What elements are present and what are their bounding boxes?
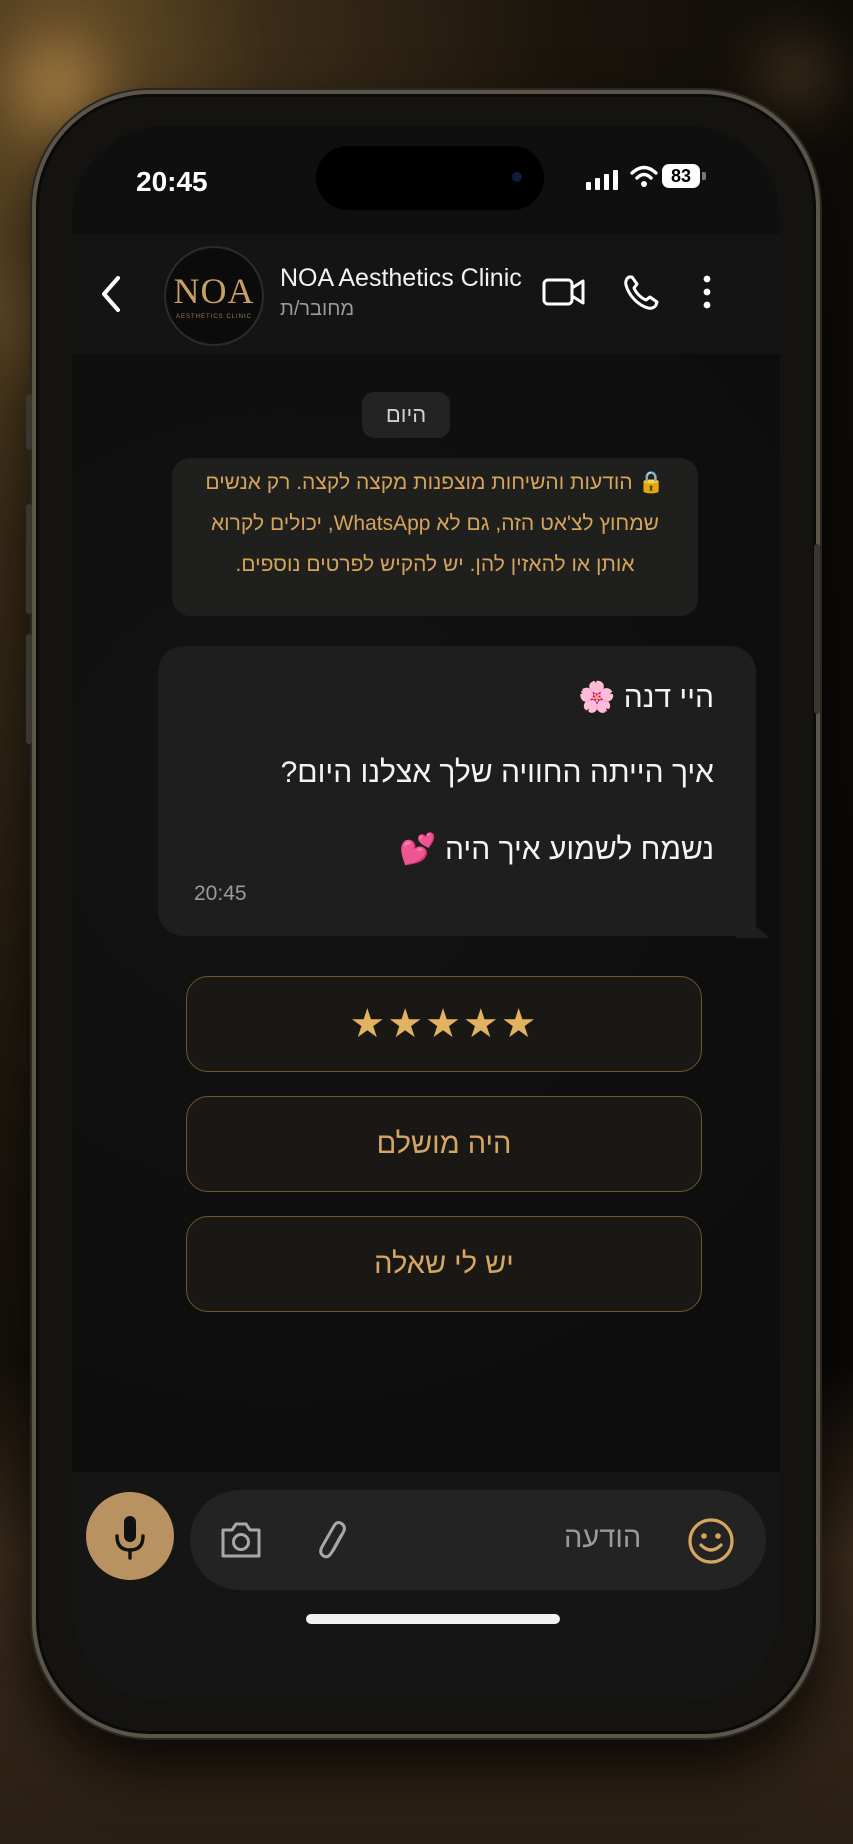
message-time: 20:45 [194,882,247,905]
phone-call-icon[interactable] [620,266,660,318]
camera-dot [512,172,522,182]
video-call-icon[interactable] [542,266,586,318]
emoji-icon[interactable] [686,1516,736,1566]
avatar-logo: NOA [173,271,255,311]
star-rating-icon: ★★★★★ [349,1002,539,1046]
volume-up-button [26,504,32,614]
input-bar: הודעה [72,1472,780,1702]
contact-name[interactable]: NOA Aesthetics Clinic [280,264,522,293]
wifi-icon [630,165,658,187]
message-placeholder: הודעה [564,1522,642,1554]
chat-area[interactable]: היום 🔒 הודעות והשיחות מוצפנות מקצה לקצה.… [72,354,780,1472]
back-arrow-icon[interactable] [96,268,124,320]
quick-reply-rating[interactable]: ★★★★★ [186,976,702,1072]
date-chip: היום [362,392,450,438]
quick-reply-question[interactable]: יש לי שאלה [186,1216,702,1312]
camera-icon[interactable] [218,1518,264,1562]
message-bubble[interactable]: היי דנה 🌸 איך הייתה החוויה שלך אצלנו היו… [158,646,756,936]
battery-nub [702,172,706,180]
voice-record-button[interactable] [86,1492,174,1580]
dynamic-island [316,146,544,210]
more-options-icon[interactable] [700,266,714,318]
bokeh-light [760,40,830,110]
message-bubble-tail [736,910,770,938]
status-time: 20:45 [136,166,208,197]
cellular-signal-icon [586,170,618,190]
encryption-notice[interactable]: 🔒 הודעות והשיחות מוצפנות מקצה לקצה. רק א… [172,458,698,616]
contact-status: מחובר/ת [280,298,355,320]
side-button [26,394,32,450]
microphone-icon [115,1516,145,1560]
message-line: איך הייתה החוויה שלך אצלנו היום? [280,756,714,789]
status-bar: 20:45 83 [72,126,780,236]
message-line: היי דנה 🌸 [578,681,714,714]
attach-paperclip-icon[interactable] [314,1516,354,1564]
avatar[interactable]: NOA AESTHETICS CLINIC [164,246,264,346]
message-input[interactable]: הודעה [190,1490,766,1590]
message-line: נשמח לשמוע איך היה 💕 [399,833,714,866]
phone-screen: 20:45 83 NOA AESTHETICS CLINIC NOA Aesth… [72,126,780,1702]
phone-frame: 20:45 83 NOA AESTHETICS CLINIC NOA Aesth… [26,90,820,1738]
battery-icon: 83 [662,164,700,188]
power-button [814,544,820,714]
volume-down-button [26,634,32,744]
avatar-logo-subtitle: AESTHETICS CLINIC [175,314,252,320]
quick-reply-perfect[interactable]: היה מושלם [186,1096,702,1192]
home-indicator[interactable] [306,1614,560,1624]
chat-header: NOA AESTHETICS CLINIC NOA Aesthetics Cli… [72,234,780,354]
